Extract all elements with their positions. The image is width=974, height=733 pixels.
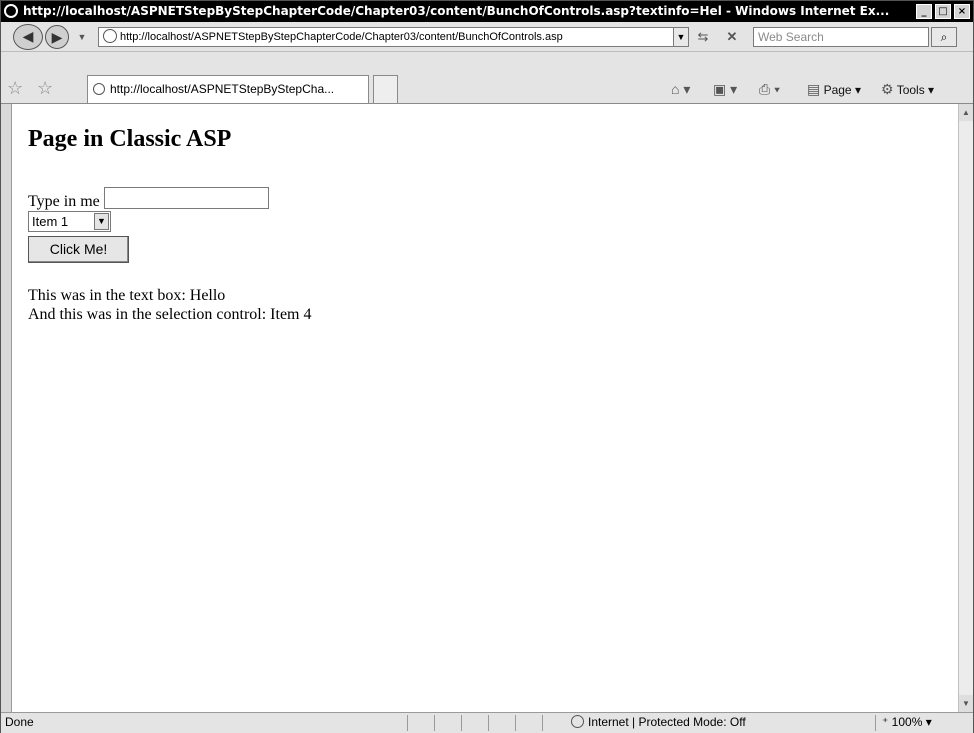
zone-text: Internet | Protected Mode: Off: [588, 715, 746, 729]
add-favorites-icon[interactable]: ☆: [37, 78, 53, 99]
status-divider: [461, 715, 462, 731]
print-icon[interactable]: ⎙ ▾: [759, 80, 780, 99]
feeds-icon[interactable]: ▣ ▾: [713, 80, 737, 99]
status-divider: [542, 715, 543, 731]
scroll-down-icon[interactable]: ▼: [959, 695, 973, 712]
select-arrow-icon[interactable]: ▼: [94, 213, 109, 230]
browser-window: http://localhost/ASPNETStepByStepChapter…: [0, 0, 974, 733]
page-icon: [103, 29, 117, 43]
ie-logo-icon: [4, 4, 18, 18]
tab-page-icon: [93, 83, 105, 95]
status-divider: [407, 715, 408, 731]
address-url: http://localhost/ASPNETStepByStepChapter…: [120, 31, 563, 43]
zoom-level: 100%: [891, 715, 923, 729]
textbox-label: Type in me: [28, 193, 100, 210]
refresh-icon[interactable]: ⇆: [694, 28, 712, 46]
status-divider: [488, 715, 489, 731]
page-menu[interactable]: ▤ Page ▾: [807, 80, 861, 99]
scroll-up-icon[interactable]: ▲: [959, 104, 973, 121]
address-dropdown-button[interactable]: ▼: [673, 27, 689, 47]
search-input[interactable]: Web Search: [753, 27, 929, 47]
stop-icon[interactable]: ✕: [723, 28, 741, 46]
click-me-button[interactable]: Click Me!: [28, 236, 129, 263]
result-text: This was in the text box: Hello: [28, 287, 226, 304]
tools-menu[interactable]: ⚙ Tools ▾: [881, 80, 934, 99]
favorites-star-icon[interactable]: ☆: [7, 78, 23, 99]
search-button[interactable]: ⌕: [931, 27, 957, 47]
minimize-button[interactable]: _: [916, 4, 932, 19]
close-button[interactable]: ×: [954, 4, 970, 19]
tools-menu-label: Tools: [896, 83, 925, 97]
new-tab-button[interactable]: [373, 75, 398, 103]
forward-button[interactable]: ▶: [45, 25, 69, 49]
vertical-scrollbar[interactable]: ▲ ▼: [958, 104, 973, 712]
item-select[interactable]: Item 1 ▼: [28, 211, 111, 232]
result-selection: And this was in the selection control: I…: [28, 306, 312, 323]
tab-command-row: ☆ ☆ http://localhost/ASPNETStepByStepCha…: [1, 52, 973, 104]
window-title: http://localhost/ASPNETStepByStepChapter…: [23, 4, 890, 18]
status-text: Done: [5, 715, 34, 729]
address-bar[interactable]: http://localhost/ASPNETStepByStepChapter…: [98, 27, 688, 47]
home-icon[interactable]: ⌂ ▾: [671, 80, 690, 99]
tab-current[interactable]: http://localhost/ASPNETStepByStepCha...: [87, 75, 369, 103]
page-heading: Page in Classic ASP: [28, 126, 232, 152]
address-toolbar: ◀ ▶ ▼ http://localhost/ASPNETStepByStepC…: [1, 22, 973, 52]
page-content: Page in Classic ASP Type in me Item 1 ▼ …: [11, 104, 959, 712]
select-value: Item 1: [32, 214, 69, 229]
security-zone[interactable]: Internet | Protected Mode: Off: [571, 713, 746, 732]
globe-icon: [571, 715, 584, 728]
textbox-row: Type in me: [28, 187, 269, 211]
zoom-control[interactable]: ⁺ 100% ▾: [882, 713, 932, 732]
status-bar: Done Internet | Protected Mode: Off ⁺ 10…: [1, 712, 973, 733]
maximize-button[interactable]: □: [935, 4, 951, 19]
text-input[interactable]: [103, 187, 269, 209]
title-bar: http://localhost/ASPNETStepByStepChapter…: [1, 1, 973, 22]
page-menu-label: Page: [823, 83, 852, 97]
status-divider: [515, 715, 516, 731]
tab-title: http://localhost/ASPNETStepByStepCha...: [110, 82, 335, 96]
back-button[interactable]: ◀: [13, 24, 43, 50]
status-divider: [875, 715, 876, 731]
status-divider: [434, 715, 435, 731]
recent-pages-dropdown-icon[interactable]: ▼: [73, 28, 91, 46]
